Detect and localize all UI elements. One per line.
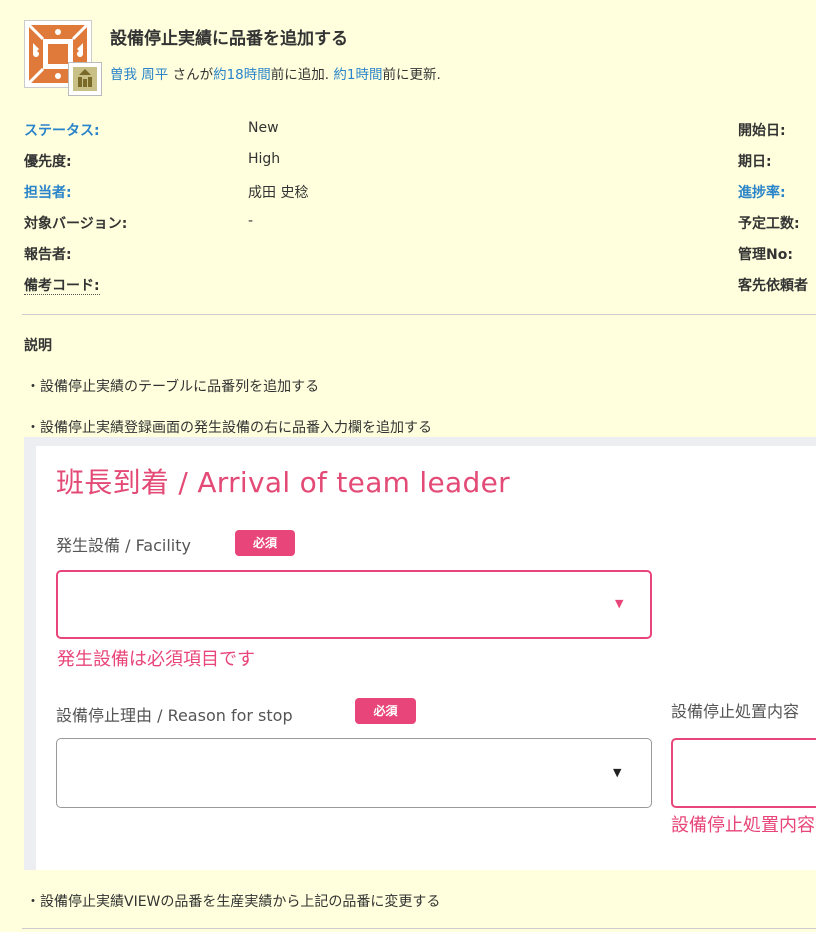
divider — [22, 314, 816, 315]
author-link[interactable]: 曽我 周平 — [110, 67, 168, 83]
target-version-label: 対象バージョン: — [24, 216, 128, 232]
action-label: 設備停止処置内容 — [671, 702, 800, 721]
assignee-link[interactable]: 成田 史稔 — [248, 182, 308, 202]
issue-title: 設備停止実績に品番を追加する — [110, 29, 348, 49]
byline-text-2: 前に追加. — [270, 67, 334, 83]
facility-select[interactable]: ▼ — [56, 570, 652, 639]
facility-label: 発生設備 / Facility — [56, 536, 191, 555]
description-line: ・設備停止実績のテーブルに品番列を追加する — [26, 379, 320, 395]
reason-select[interactable]: ▼ — [56, 738, 652, 808]
action-error: 設備停止処置内容は必須項目です — [671, 815, 816, 836]
status-value: New — [248, 120, 279, 136]
action-error-clip: 設備停止処置内容は必須項目です — [671, 812, 816, 842]
priority-label: 優先度: — [24, 154, 72, 170]
action-label-clip: 設備停止処置内容 — [671, 698, 816, 728]
divider — [22, 928, 816, 929]
required-badge: 必須 — [355, 698, 416, 724]
start-date-label: 開始日: — [738, 123, 786, 139]
client-requester-label: 客先依頼者 — [738, 278, 808, 294]
issue-byline: 曽我 周平 さんが約18時間前に追加. 約1時間前に更新. — [110, 63, 441, 83]
assignee-label[interactable]: 担当者: — [24, 182, 72, 202]
facility-error: 発生設備は必須項目です — [57, 649, 255, 670]
chevron-down-icon: ▼ — [613, 766, 622, 779]
progress-label[interactable]: 進捗率: — [738, 182, 786, 202]
byline-text-3: 前に更新. — [382, 67, 441, 83]
form-title: 班長到着 / Arrival of team leader — [56, 466, 510, 499]
description-line: ・設備停止実績登録画面の発生設備の右に品番入力欄を追加する — [26, 420, 432, 436]
action-input[interactable] — [671, 738, 816, 808]
reporter-label: 報告者: — [24, 247, 72, 263]
identicon-small-icon — [69, 63, 101, 95]
byline-text-1: さんが — [168, 67, 214, 83]
updated-time-link[interactable]: 約1時間 — [333, 67, 382, 83]
required-badge: 必須 — [235, 530, 295, 556]
remarks-code-label-text: 備考コード: — [24, 278, 100, 295]
estimated-hours-label: 予定工数: — [738, 216, 800, 232]
status-label[interactable]: ステータス: — [24, 120, 100, 140]
description-line: ・設備停止実績VIEWの品番を生産実績から上記の品番に変更する — [26, 894, 441, 910]
added-time-link[interactable]: 約18時間 — [213, 67, 271, 83]
chevron-down-icon: ▼ — [615, 597, 624, 610]
remarks-code-label: 備考コード: — [24, 275, 100, 295]
due-date-label: 期日: — [738, 154, 772, 170]
management-no-label: 管理No: — [738, 247, 793, 263]
description-title: 説明 — [24, 338, 52, 354]
priority-value: High — [248, 151, 281, 167]
assignee-avatar[interactable] — [68, 62, 102, 96]
target-version-value: - — [248, 213, 254, 229]
reason-label: 設備停止理由 / Reason for stop — [56, 706, 293, 725]
